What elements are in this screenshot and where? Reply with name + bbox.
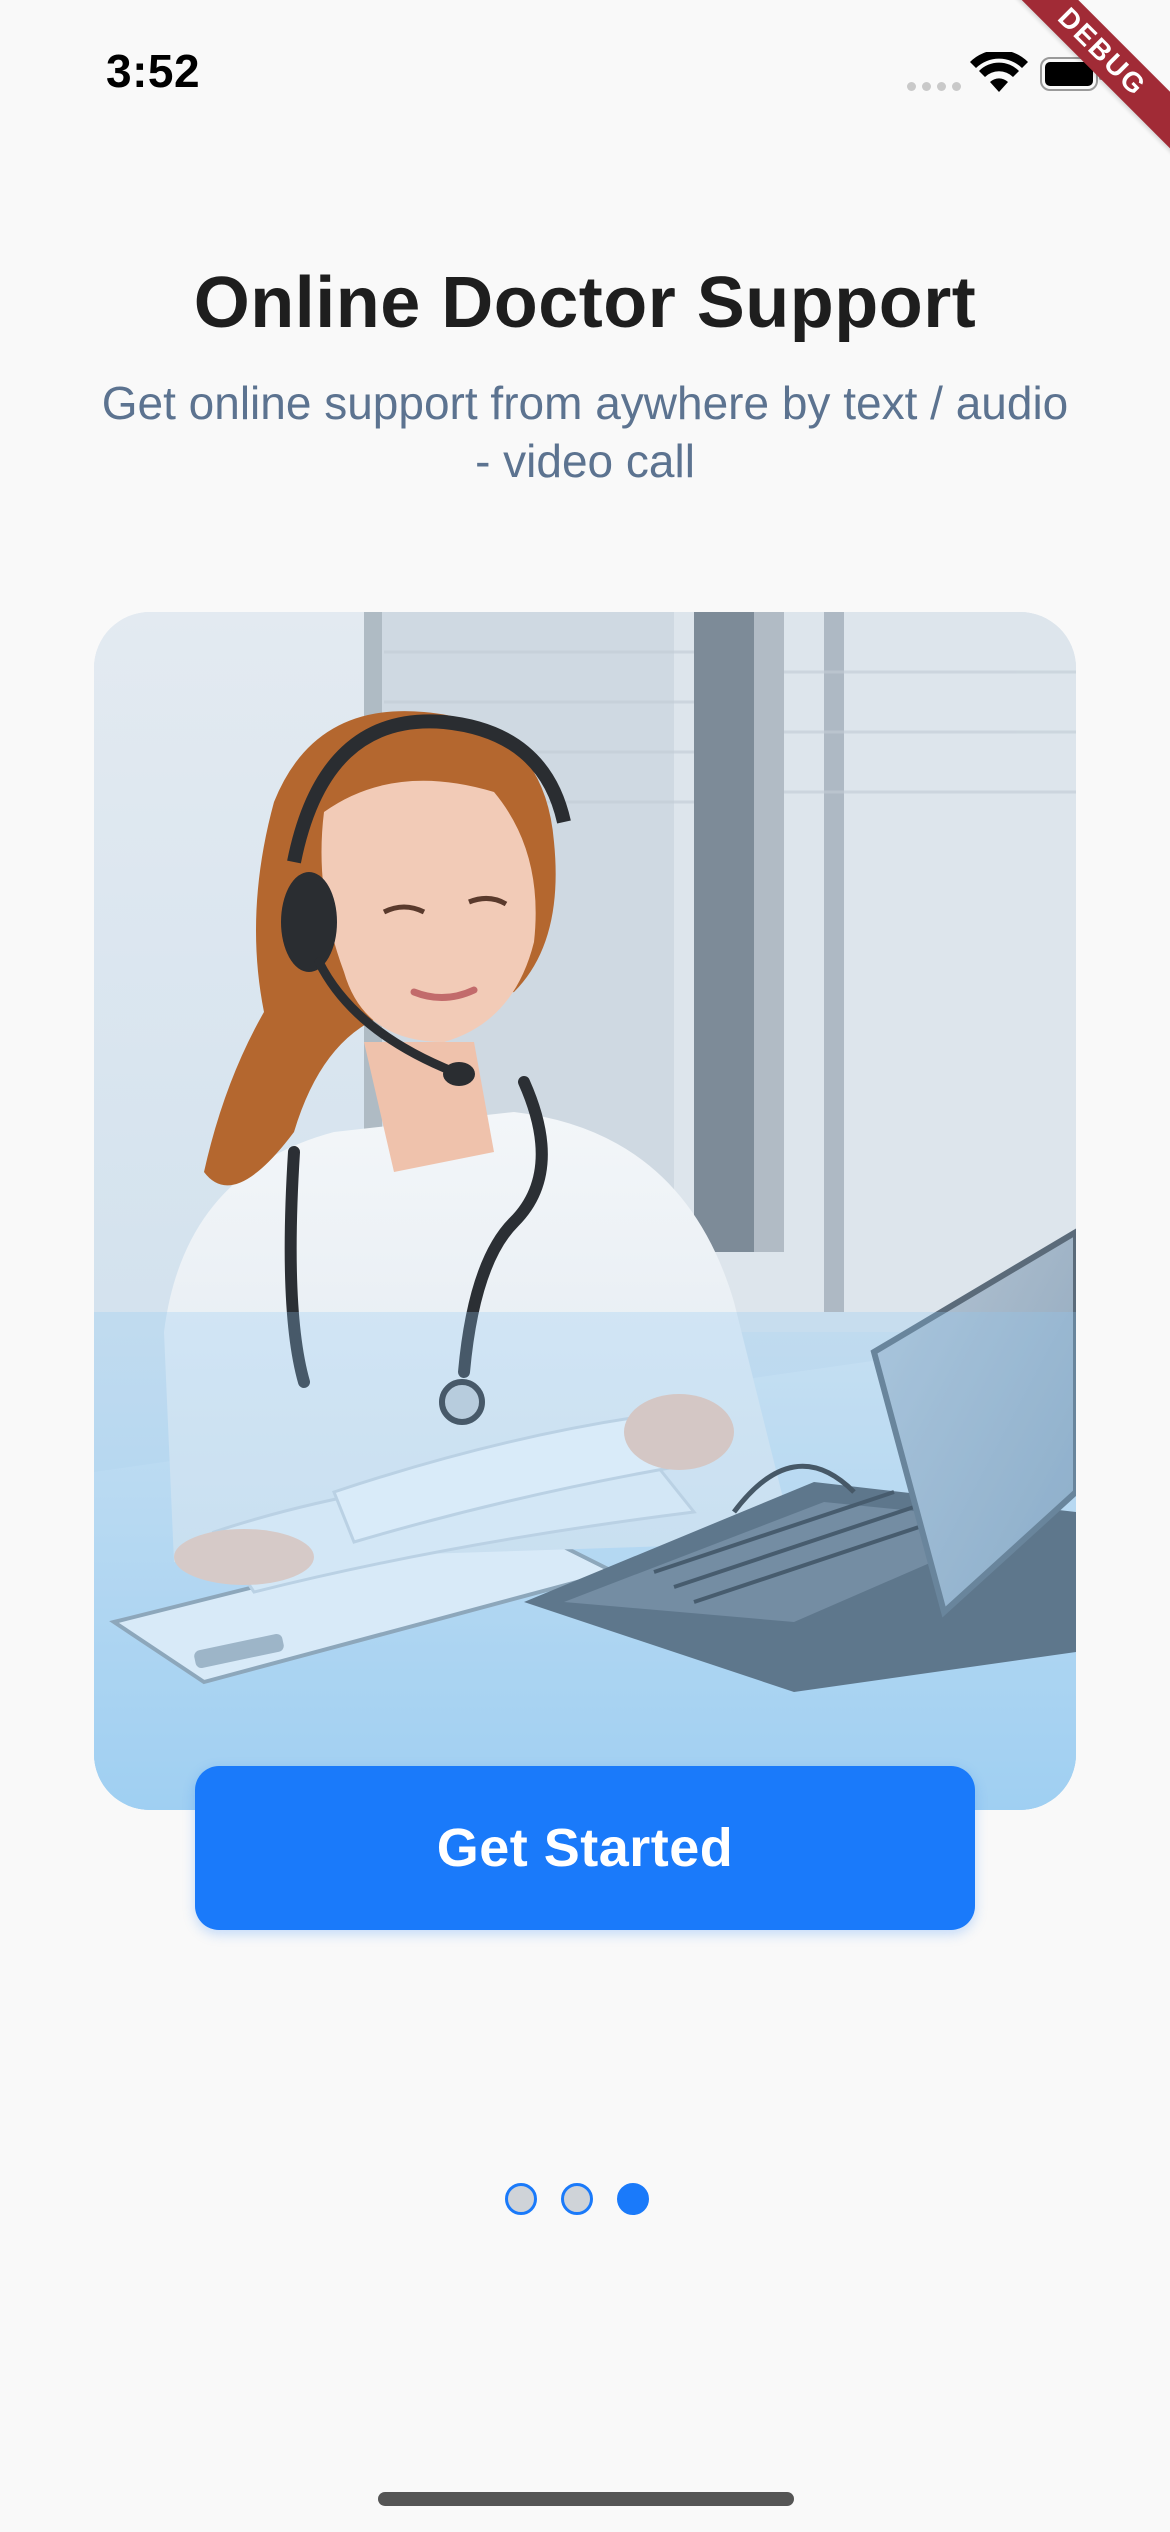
status-time: 3:52 — [106, 45, 201, 97]
page-subtitle: Get online support from aywhere by text … — [101, 377, 1069, 487]
page-dot-1[interactable] — [505, 2183, 537, 2215]
status-bar: 3:52 — [0, 0, 1170, 150]
home-indicator[interactable] — [378, 2492, 794, 2506]
get-started-button[interactable]: Get Started — [195, 1766, 975, 1930]
page-dot-3-active[interactable] — [617, 2183, 649, 2215]
doctor-illustration — [94, 612, 1076, 1810]
wifi-icon — [970, 52, 1028, 92]
hero-image — [94, 612, 1076, 1810]
cellular-signal-icon — [907, 82, 961, 91]
page-dot-2[interactable] — [561, 2183, 593, 2215]
page-title: Online Doctor Support — [193, 263, 977, 343]
page-indicator — [505, 2183, 649, 2215]
